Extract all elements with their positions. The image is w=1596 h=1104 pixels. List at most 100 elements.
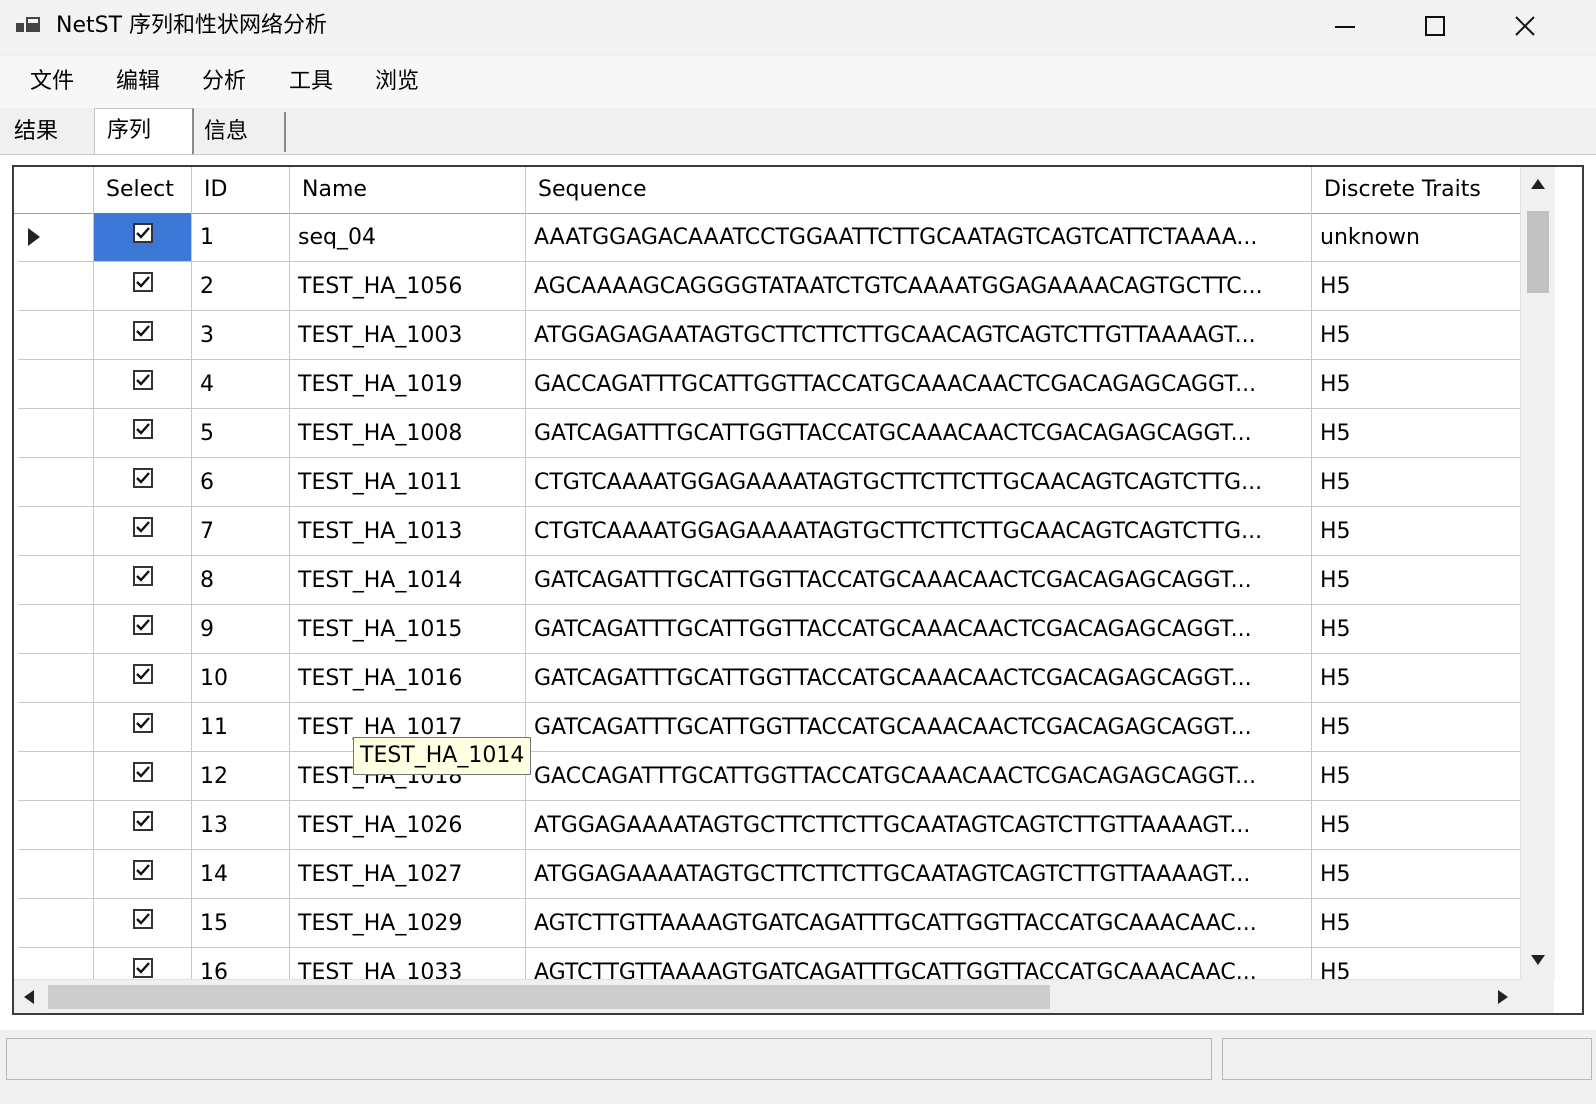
table-row[interactable]: 6 TEST_HA_1011 CTGTCAAAATGGAGAAAATAGTGCTTC… [14, 458, 1526, 507]
cell-sequence[interactable]: GATCAGATTTGCATTGGTTACCATGCAAACAACTCGACAG… [526, 556, 1312, 605]
cell-trait[interactable]: H5 [1312, 458, 1526, 507]
select-checkbox[interactable] [132, 517, 153, 537]
select-checkbox[interactable] [132, 811, 153, 831]
select-checkbox[interactable] [132, 909, 153, 929]
select-checkbox[interactable] [132, 958, 153, 978]
header-col-name[interactable]: Name [290, 167, 526, 213]
table-row[interactable]: 1 seq_04 AAATGGAGACAAATCCTGGAATTCTTGCAATAG… [14, 213, 1526, 262]
menu-browse[interactable]: 浏览 [375, 68, 419, 96]
cell-id[interactable]: 15 [192, 899, 290, 948]
cell-id[interactable]: 6 [192, 458, 290, 507]
cell-id[interactable]: 14 [192, 850, 290, 899]
table-row[interactable]: 8 TEST_HA_1014 GATCAGATTTGCATTGGTTACCATGCA… [14, 556, 1526, 605]
select-checkbox[interactable] [132, 615, 153, 635]
cell-id[interactable]: 9 [192, 605, 290, 654]
cell-id[interactable]: 10 [192, 654, 290, 703]
select-cell[interactable] [94, 507, 192, 556]
select-checkbox[interactable] [132, 468, 153, 488]
cell-sequence[interactable]: AGCAAAAGCAGGGGTATAATCTGTCAAAATGGAGAAAACA… [526, 262, 1312, 311]
cell-name[interactable]: TEST_HA_1019 [290, 360, 526, 409]
cell-sequence[interactable]: GATCAGATTTGCATTGGTTACCATGCAAACAACTCGACAG… [526, 654, 1312, 703]
table-row[interactable]: 3 TEST_HA_1003 ATGGAGAGAATAGTGCTTCTTCTTGCA… [14, 311, 1526, 360]
cell-sequence[interactable]: GACCAGATTTGCATTGGTTACCATGCAAACAACTCGACAG… [526, 752, 1312, 801]
header-col-sequence[interactable]: Sequence [526, 167, 1312, 213]
cell-id[interactable]: 4 [192, 360, 290, 409]
row-header[interactable] [18, 213, 94, 262]
cell-trait[interactable]: H5 [1312, 556, 1526, 605]
cell-trait[interactable]: H5 [1312, 409, 1526, 458]
select-cell[interactable] [94, 654, 192, 703]
cell-id[interactable]: 5 [192, 409, 290, 458]
row-header[interactable] [18, 360, 94, 409]
cell-trait[interactable]: H5 [1312, 703, 1526, 752]
row-header[interactable] [18, 409, 94, 458]
select-cell[interactable] [94, 752, 192, 801]
cell-name[interactable]: TEST_HA_1029 [290, 899, 526, 948]
select-cell[interactable] [94, 850, 192, 899]
scroll-left-icon[interactable] [24, 990, 34, 1004]
table-row[interactable]: 2 TEST_HA_1056 AGCAAAAGCAGGGGTATAATCTGTCAA… [14, 262, 1526, 311]
select-cell[interactable] [94, 311, 192, 360]
table-row[interactable]: 7 TEST_HA_1013 CTGTCAAAATGGAGAAAATAGTGCTTC… [14, 507, 1526, 556]
vertical-scrollbar[interactable] [1520, 167, 1555, 979]
cell-id[interactable]: 13 [192, 801, 290, 850]
cell-sequence[interactable]: CTGTCAAAATGGAGAAAATAGTGCTTCTTCTTGCAACAGT… [526, 458, 1312, 507]
cell-sequence[interactable]: GATCAGATTTGCATTGGTTACCATGCAAACAACTCGACAG… [526, 605, 1312, 654]
menu-analyze[interactable]: 分析 [202, 68, 246, 96]
row-header[interactable] [18, 262, 94, 311]
horizontal-scrollbar[interactable] [14, 979, 1520, 1013]
select-checkbox[interactable] [132, 664, 153, 684]
table-row[interactable]: 13 TEST_HA_1026 ATGGAGAAAATAGTGCTTCTTCTTGC… [14, 801, 1526, 850]
scroll-right-icon[interactable] [1498, 990, 1508, 1004]
table-row[interactable]: 12 TEST_HA_1018 GACCAGATTTGCATTGGTTACCATGC… [14, 752, 1526, 801]
select-cell[interactable] [94, 801, 192, 850]
select-checkbox[interactable] [132, 321, 153, 341]
cell-sequence[interactable]: AAATGGAGACAAATCCTGGAATTCTTGCAATAGTCAGTCA… [526, 213, 1312, 262]
row-header[interactable] [18, 458, 94, 507]
row-header[interactable] [18, 654, 94, 703]
select-cell[interactable] [94, 262, 192, 311]
table-row[interactable]: 4 TEST_HA_1019 GACCAGATTTGCATTGGTTACCATGCA… [14, 360, 1526, 409]
cell-sequence[interactable]: ATGGAGAAAATAGTGCTTCTTCTTGCAATAGTCAGTCTTG… [526, 850, 1312, 899]
cell-name[interactable]: TEST_HA_1027 [290, 850, 526, 899]
select-cell[interactable] [94, 703, 192, 752]
cell-sequence[interactable]: GATCAGATTTGCATTGGTTACCATGCAAACAACTCGACAG… [526, 409, 1312, 458]
menu-edit[interactable]: 编辑 [116, 68, 160, 96]
row-header[interactable] [18, 605, 94, 654]
cell-trait[interactable]: H5 [1312, 752, 1526, 801]
select-checkbox[interactable] [132, 419, 153, 439]
cell-trait[interactable]: H5 [1312, 605, 1526, 654]
select-checkbox[interactable] [132, 762, 153, 782]
select-cell[interactable] [94, 409, 192, 458]
cell-trait[interactable]: H5 [1312, 850, 1526, 899]
tab-sequences[interactable]: 序列 [94, 108, 194, 156]
header-col-discrete-traits[interactable]: Discrete Traits [1312, 167, 1526, 213]
select-cell[interactable] [94, 899, 192, 948]
tab-info[interactable]: 信息 [192, 112, 286, 152]
cell-trait[interactable]: unknown [1312, 213, 1526, 262]
cell-name[interactable]: TEST_HA_1016 [290, 654, 526, 703]
row-header[interactable] [18, 703, 94, 752]
minimize-button[interactable] [1300, 0, 1390, 52]
scroll-up-icon[interactable] [1531, 179, 1545, 189]
row-header[interactable] [18, 899, 94, 948]
cell-name[interactable]: TEST_HA_1026 [290, 801, 526, 850]
table-row[interactable]: 5 TEST_HA_1008 GATCAGATTTGCATTGGTTACCATGCA… [14, 409, 1526, 458]
cell-trait[interactable]: H5 [1312, 360, 1526, 409]
cell-id[interactable]: 11 [192, 703, 290, 752]
cell-name[interactable]: seq_04 [290, 213, 526, 262]
cell-sequence[interactable]: CTGTCAAAATGGAGAAAATAGTGCTTCTTCTTGCAACAGT… [526, 507, 1312, 556]
cell-name[interactable]: TEST_HA_1013 [290, 507, 526, 556]
horizontal-scroll-thumb[interactable] [48, 985, 1050, 1009]
menu-file[interactable]: 文件 [30, 68, 74, 96]
select-checkbox[interactable] [132, 223, 153, 243]
cell-name[interactable]: TEST_HA_1015 [290, 605, 526, 654]
select-checkbox[interactable] [132, 860, 153, 880]
cell-id[interactable]: 12 [192, 752, 290, 801]
cell-trait[interactable]: H5 [1312, 801, 1526, 850]
cell-sequence[interactable]: GACCAGATTTGCATTGGTTACCATGCAAACAACTCGACAG… [526, 360, 1312, 409]
row-header[interactable] [18, 752, 94, 801]
cell-trait[interactable]: H5 [1312, 507, 1526, 556]
cell-id[interactable]: 3 [192, 311, 290, 360]
cell-name[interactable]: TEST_HA_1014 [290, 556, 526, 605]
